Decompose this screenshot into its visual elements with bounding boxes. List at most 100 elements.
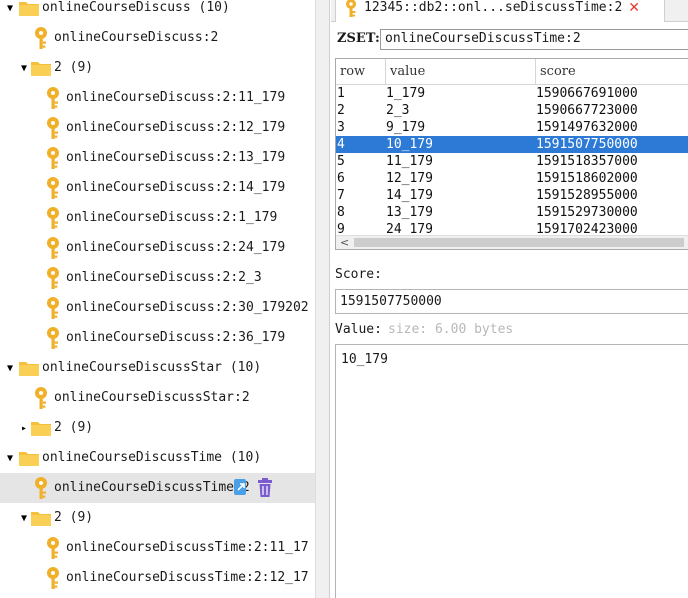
- value-panel: 12345::db2::onl...seDiscussTime:2 ✕ ZSET…: [331, 0, 688, 598]
- tree-key-node[interactable]: onlineCourseDiscussTime:2:11_17: [0, 533, 315, 563]
- value-label: Value:: [335, 322, 382, 337]
- cell-row: 7: [337, 188, 345, 203]
- folder-icon: [30, 419, 52, 437]
- key-type-label: ZSET:: [337, 31, 380, 46]
- tree-node-label: 2 (9): [54, 510, 94, 525]
- cell-value: 10_179: [386, 137, 433, 152]
- tree-key-node[interactable]: onlineCourseDiscuss:2:11_179: [0, 83, 315, 113]
- folder-icon: [18, 449, 40, 467]
- expand-arrow-icon[interactable]: ▼: [18, 512, 30, 524]
- cell-row: 8: [337, 205, 345, 220]
- zset-table[interactable]: ^ row value score 1 1_179 1590667691000 2 2_…: [335, 58, 688, 250]
- cell-score: 1591507750000: [536, 137, 638, 152]
- key-icon: [45, 566, 61, 590]
- table-row[interactable]: 5 11_179 1591518357000: [336, 153, 688, 170]
- tree-node-label: onlineCourseDiscuss:2:13_179: [66, 150, 286, 165]
- tree-key-node[interactable]: onlineCourseDiscuss:2:30_179202: [0, 293, 315, 323]
- expand-arrow-icon[interactable]: ▼: [18, 62, 30, 74]
- key-icon: [45, 326, 61, 350]
- tree-folder-node[interactable]: ▼ onlineCourseDiscussStar (10): [0, 353, 315, 383]
- column-header-row[interactable]: ^ row: [336, 59, 386, 85]
- table-row[interactable]: 3 9_179 1591497632000: [336, 119, 688, 136]
- cell-value: 14_179: [386, 188, 433, 203]
- collapse-arrow-icon[interactable]: ▸: [18, 422, 30, 434]
- value-size-text: size: 6.00 bytes: [388, 322, 514, 337]
- node-actions: [232, 478, 274, 498]
- tree-key-node[interactable]: onlineCourseDiscussTime:2: [0, 473, 315, 503]
- cell-score: 1590667691000: [536, 86, 638, 101]
- tree-folder-node[interactable]: ▼ onlineCourseDiscussTime (10): [0, 443, 315, 473]
- scrollbar-thumb[interactable]: [354, 238, 684, 247]
- key-tree[interactable]: ▼ onlineCourseDiscuss (10) onlineCourseDis…: [0, 0, 315, 598]
- key-icon: [45, 266, 61, 290]
- tree-node-label: 2 (9): [54, 420, 94, 435]
- folder-icon: [30, 59, 52, 77]
- column-header-score[interactable]: score: [536, 59, 688, 85]
- table-row[interactable]: 7 14_179 1591528955000: [336, 187, 688, 204]
- value-text: 10_179: [341, 352, 388, 367]
- score-field[interactable]: 1591507750000: [335, 289, 688, 314]
- tree-key-node[interactable]: onlineCourseDiscuss:2:2_3: [0, 263, 315, 293]
- cell-value: 11_179: [386, 154, 433, 169]
- copy-icon[interactable]: [232, 478, 250, 498]
- column-header-value[interactable]: value: [386, 59, 536, 85]
- key-icon: [33, 476, 49, 500]
- cell-value: 2_3: [386, 103, 410, 118]
- cell-score: 1590667723000: [536, 103, 638, 118]
- tree-scrollbar[interactable]: [315, 0, 330, 598]
- tree-folder-node[interactable]: ▸ 2 (9): [0, 413, 315, 443]
- tree-folder-node[interactable]: ▼ 2 (9): [0, 53, 315, 83]
- cell-row: 5: [337, 154, 345, 169]
- folder-icon: [30, 509, 52, 527]
- table-horizontal-scrollbar[interactable]: <: [336, 235, 688, 249]
- tree-node-label: onlineCourseDiscussStar:2: [54, 390, 250, 405]
- expand-arrow-icon[interactable]: ▼: [4, 362, 16, 374]
- tree-key-node[interactable]: onlineCourseDiscuss:2:36_179: [0, 323, 315, 353]
- score-label: Score:: [335, 267, 382, 282]
- table-row[interactable]: 1 1_179 1590667691000: [336, 85, 688, 102]
- expand-arrow-icon[interactable]: ▼: [4, 2, 16, 14]
- tree-node-label: onlineCourseDiscuss:2:30_179202: [66, 300, 309, 315]
- tree-key-node[interactable]: onlineCourseDiscuss:2: [0, 23, 315, 53]
- table-header: ^ row value score: [336, 59, 688, 85]
- tree-folder-node[interactable]: ▼ 2 (9): [0, 503, 315, 533]
- cell-row: 2: [337, 103, 345, 118]
- tab-title: 12345::db2::onl...seDiscussTime:2: [364, 0, 623, 15]
- tree-node-label: onlineCourseDiscuss:2:11_179: [66, 90, 286, 105]
- delete-icon[interactable]: [256, 478, 274, 498]
- key-icon: [45, 536, 61, 560]
- value-editor[interactable]: 10_179: [335, 344, 688, 598]
- tree-node-label: onlineCourseDiscuss (10): [42, 0, 230, 15]
- cell-row: 3: [337, 120, 345, 135]
- tree-key-node[interactable]: onlineCourseDiscuss:2:14_179: [0, 173, 315, 203]
- key-name-field[interactable]: onlineCourseDiscussTime:2: [380, 29, 688, 50]
- tree-key-node[interactable]: onlineCourseDiscuss:2:1_179: [0, 203, 315, 233]
- scroll-left-icon[interactable]: <: [340, 236, 349, 249]
- tree-node-label: 2 (9): [54, 60, 94, 75]
- cell-row: 4: [337, 137, 345, 152]
- table-row[interactable]: 6 12_179 1591518602000: [336, 170, 688, 187]
- tree-key-node[interactable]: onlineCourseDiscussTime:2:12_17: [0, 563, 315, 593]
- cell-value: 12_179: [386, 171, 433, 186]
- tree-key-node[interactable]: onlineCourseDiscuss:2:12_179: [0, 113, 315, 143]
- key-icon: [45, 236, 61, 260]
- folder-icon: [18, 0, 40, 17]
- tree-folder-node[interactable]: ▼ onlineCourseDiscuss (10): [0, 0, 315, 23]
- table-row[interactable]: 2 2_3 1590667723000: [336, 102, 688, 119]
- tree-key-node[interactable]: onlineCourseDiscuss:2:13_179: [0, 143, 315, 173]
- table-row[interactable]: 8 13_179 1591529730000: [336, 204, 688, 221]
- expand-arrow-icon[interactable]: ▼: [4, 452, 16, 464]
- cell-score: 1591528955000: [536, 188, 638, 203]
- tab-key-view[interactable]: 12345::db2::onl...seDiscussTime:2 ✕: [335, 0, 665, 22]
- tree-node-label: onlineCourseDiscuss:2: [54, 30, 219, 45]
- tree-node-label: onlineCourseDiscussTime:2:11_17: [66, 540, 309, 555]
- tree-key-node[interactable]: onlineCourseDiscuss:2:24_179: [0, 233, 315, 263]
- table-row[interactable]: 4 10_179 1591507750000: [336, 136, 688, 153]
- cell-score: 1591497632000: [536, 120, 638, 135]
- sort-indicator-icon: ^: [358, 58, 365, 65]
- key-icon: [45, 206, 61, 230]
- close-icon[interactable]: ✕: [628, 0, 640, 16]
- key-icon: [33, 26, 49, 50]
- key-icon: [45, 116, 61, 140]
- tree-key-node[interactable]: onlineCourseDiscussStar:2: [0, 383, 315, 413]
